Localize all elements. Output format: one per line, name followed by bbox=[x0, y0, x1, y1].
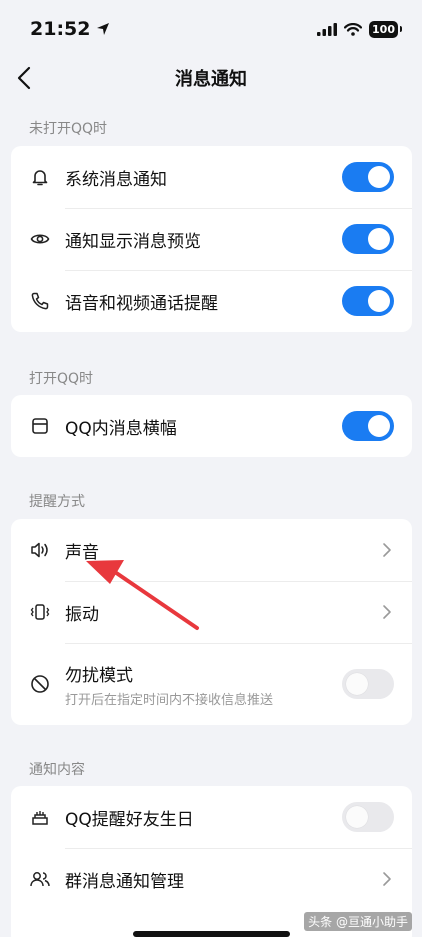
speaker-icon bbox=[29, 539, 51, 561]
chevron-left-icon bbox=[17, 66, 31, 90]
banner-icon bbox=[29, 415, 51, 437]
do-not-disturb-icon bbox=[29, 673, 51, 695]
row-system-notification[interactable]: 系统消息通知 bbox=[11, 146, 412, 208]
row-label: 勿扰模式 bbox=[65, 665, 133, 686]
signal-icon bbox=[317, 22, 338, 36]
chevron-right-icon bbox=[380, 540, 394, 560]
message-preview-toggle[interactable] bbox=[342, 224, 394, 254]
page-title: 消息通知 bbox=[175, 69, 247, 90]
row-sublabel: 打开后在指定时间内不接收信息推送 bbox=[65, 692, 274, 708]
cake-icon bbox=[29, 806, 51, 828]
section-label-closed: 未打开QQ时 bbox=[29, 121, 108, 137]
chevron-right-icon bbox=[380, 602, 394, 622]
in-app-banner-toggle[interactable] bbox=[342, 411, 394, 441]
chevron-right-icon bbox=[380, 869, 394, 889]
status-bar: 21:52 100 bbox=[0, 0, 422, 58]
card-reminder-method: 声音 振动 勿扰模式 打开后在指定时间内不接收信息推送 bbox=[11, 519, 412, 725]
section-label-reminder-method: 提醒方式 bbox=[29, 494, 85, 510]
row-label: 群消息通知管理 bbox=[65, 871, 184, 892]
row-label: QQ提醒好友生日 bbox=[65, 809, 194, 830]
group-icon bbox=[29, 868, 51, 890]
battery-indicator: 100 bbox=[369, 20, 402, 38]
status-indicators: 100 bbox=[317, 20, 402, 38]
eye-icon bbox=[29, 228, 51, 250]
watermark: 头条 @亘通小助手 bbox=[304, 912, 412, 931]
bell-icon bbox=[29, 166, 51, 188]
back-button[interactable] bbox=[6, 60, 42, 96]
row-in-app-banner[interactable]: QQ内消息横幅 bbox=[11, 395, 412, 457]
row-label: 语音和视频通话提醒 bbox=[65, 293, 218, 314]
location-arrow-icon bbox=[97, 23, 110, 35]
row-label: 振动 bbox=[65, 604, 99, 625]
nav-bar: 消息通知 bbox=[0, 58, 422, 98]
card-closed-notifications: 系统消息通知 通知显示消息预览 语音和视频通话提醒 bbox=[11, 146, 412, 332]
home-indicator bbox=[133, 931, 290, 937]
section-label-open: 打开QQ时 bbox=[29, 371, 94, 387]
phone-icon bbox=[29, 290, 51, 312]
card-open-notifications: QQ内消息横幅 bbox=[11, 395, 412, 457]
row-call-reminder[interactable]: 语音和视频通话提醒 bbox=[11, 270, 412, 332]
status-time: 21:52 bbox=[30, 18, 110, 40]
section-label-content: 通知内容 bbox=[29, 762, 85, 778]
do-not-disturb-toggle[interactable] bbox=[342, 669, 394, 699]
row-label: QQ内消息横幅 bbox=[65, 418, 177, 439]
row-label: 声音 bbox=[65, 542, 99, 563]
row-label: 通知显示消息预览 bbox=[65, 231, 201, 252]
row-birthday-reminder[interactable]: QQ提醒好友生日 bbox=[11, 786, 412, 848]
row-sound[interactable]: 声音 bbox=[11, 519, 412, 581]
vibrate-icon bbox=[29, 601, 51, 623]
wifi-icon bbox=[344, 22, 363, 36]
system-notification-toggle[interactable] bbox=[342, 162, 394, 192]
birthday-reminder-toggle[interactable] bbox=[342, 802, 394, 832]
row-group-notification[interactable]: 群消息通知管理 bbox=[11, 848, 412, 910]
row-label: 系统消息通知 bbox=[65, 169, 167, 190]
row-vibration[interactable]: 振动 bbox=[11, 581, 412, 643]
row-do-not-disturb[interactable]: 勿扰模式 打开后在指定时间内不接收信息推送 bbox=[11, 643, 412, 725]
call-reminder-toggle[interactable] bbox=[342, 286, 394, 316]
row-message-preview[interactable]: 通知显示消息预览 bbox=[11, 208, 412, 270]
